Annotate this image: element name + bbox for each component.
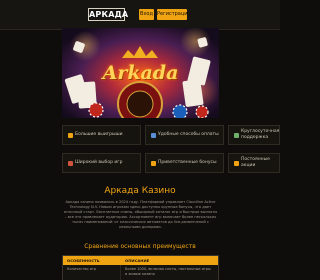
page: АРКАДА Вход Регистрация Arkada Большие в… bbox=[0, 0, 280, 280]
feature-bonuses: Приветственные бонусы bbox=[145, 153, 224, 173]
support-icon bbox=[234, 132, 239, 138]
gift-icon bbox=[151, 160, 156, 166]
hero-banner[interactable]: Arkada bbox=[62, 28, 219, 118]
feature-label: Постоянные акции bbox=[241, 157, 270, 168]
feature-label: Приветственные бонусы bbox=[158, 160, 217, 165]
star-icon bbox=[234, 160, 239, 166]
feature-support: Круглосуточная поддержка bbox=[228, 125, 280, 145]
about-text: Аркада казино появилось в 2024 году. Пла… bbox=[63, 200, 218, 229]
compare-table: ОСОБЕННОСТЬ ОПИСАНИЕ Количество игр Боле… bbox=[62, 255, 219, 280]
dice-icon bbox=[197, 37, 208, 48]
card-icon bbox=[151, 132, 156, 138]
feature-games: Широкий выбор игр bbox=[62, 153, 141, 173]
table-header: ОСОБЕННОСТЬ ОПИСАНИЕ bbox=[63, 256, 218, 265]
hero-wordmark: Arkada bbox=[102, 62, 179, 84]
feature-label: Широкий выбор игр bbox=[75, 160, 123, 165]
login-button[interactable]: Вход bbox=[139, 9, 154, 20]
column-header-description: ОПИСАНИЕ bbox=[125, 258, 150, 263]
feature-label: Круглосуточная поддержка bbox=[241, 129, 280, 140]
feature-label: Большие выигрыши bbox=[75, 132, 123, 137]
site-logo[interactable]: АРКАДА bbox=[88, 8, 128, 21]
casino-chip-icon bbox=[172, 104, 188, 118]
site-header: АРКАДА Вход Регистрация bbox=[0, 0, 280, 30]
dice-icon bbox=[68, 160, 73, 166]
crown-icon bbox=[122, 46, 158, 58]
feature-promos: Постоянные акции bbox=[228, 153, 280, 173]
about-title: Аркада Казино bbox=[104, 186, 176, 196]
table-cell-description: Более 1000, включая слоты, настольные иг… bbox=[125, 267, 211, 276]
table-row: Количество игр Более 1000, включая слоты… bbox=[63, 265, 218, 280]
column-header-feature: ОСОБЕННОСТЬ bbox=[67, 258, 100, 263]
register-button[interactable]: Регистрация bbox=[157, 9, 191, 20]
casino-chip-icon bbox=[195, 105, 209, 118]
table-cell-feature: Количество игр bbox=[63, 265, 121, 280]
feature-label: Удобные способы оплаты bbox=[158, 132, 219, 137]
compare-title: Сравнение основных преимуществ bbox=[84, 243, 196, 250]
trophy-icon bbox=[68, 132, 73, 138]
dice-icon bbox=[73, 41, 85, 53]
casino-chip-icon bbox=[88, 102, 104, 118]
feature-big-wins: Большие выигрыши bbox=[62, 125, 141, 145]
feature-payments: Удобные способы оплаты bbox=[145, 125, 224, 145]
